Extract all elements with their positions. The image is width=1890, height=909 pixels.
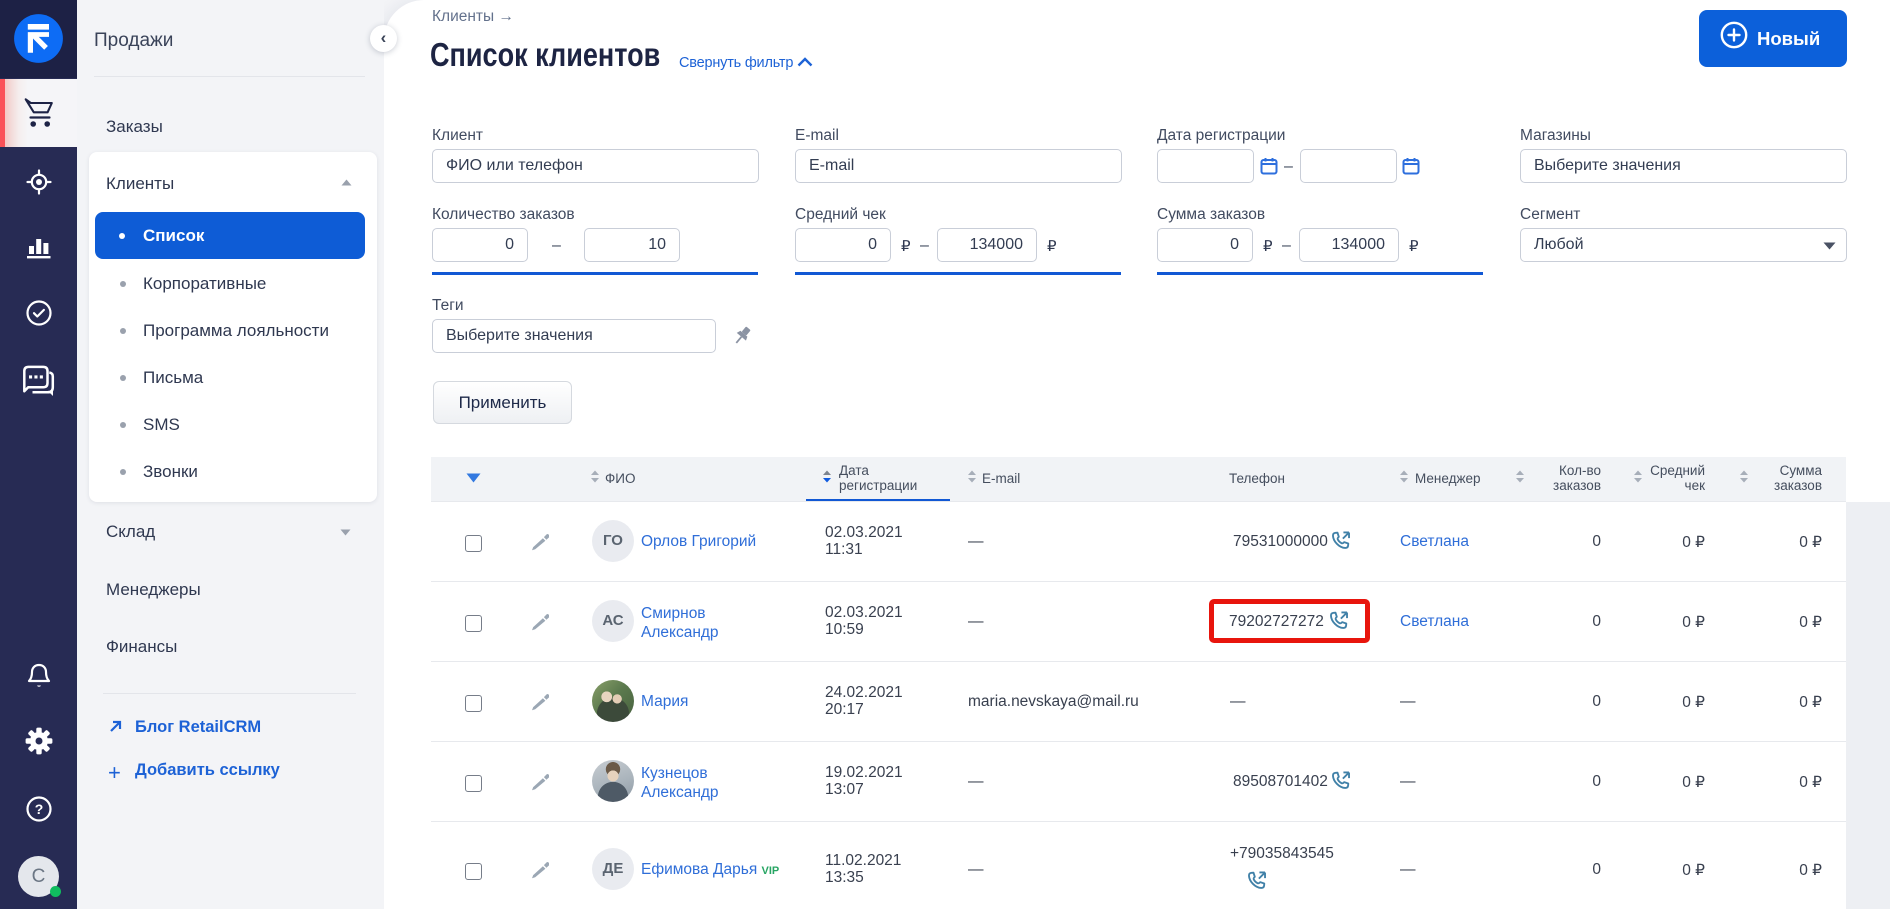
svg-text:?: ?: [35, 801, 44, 817]
